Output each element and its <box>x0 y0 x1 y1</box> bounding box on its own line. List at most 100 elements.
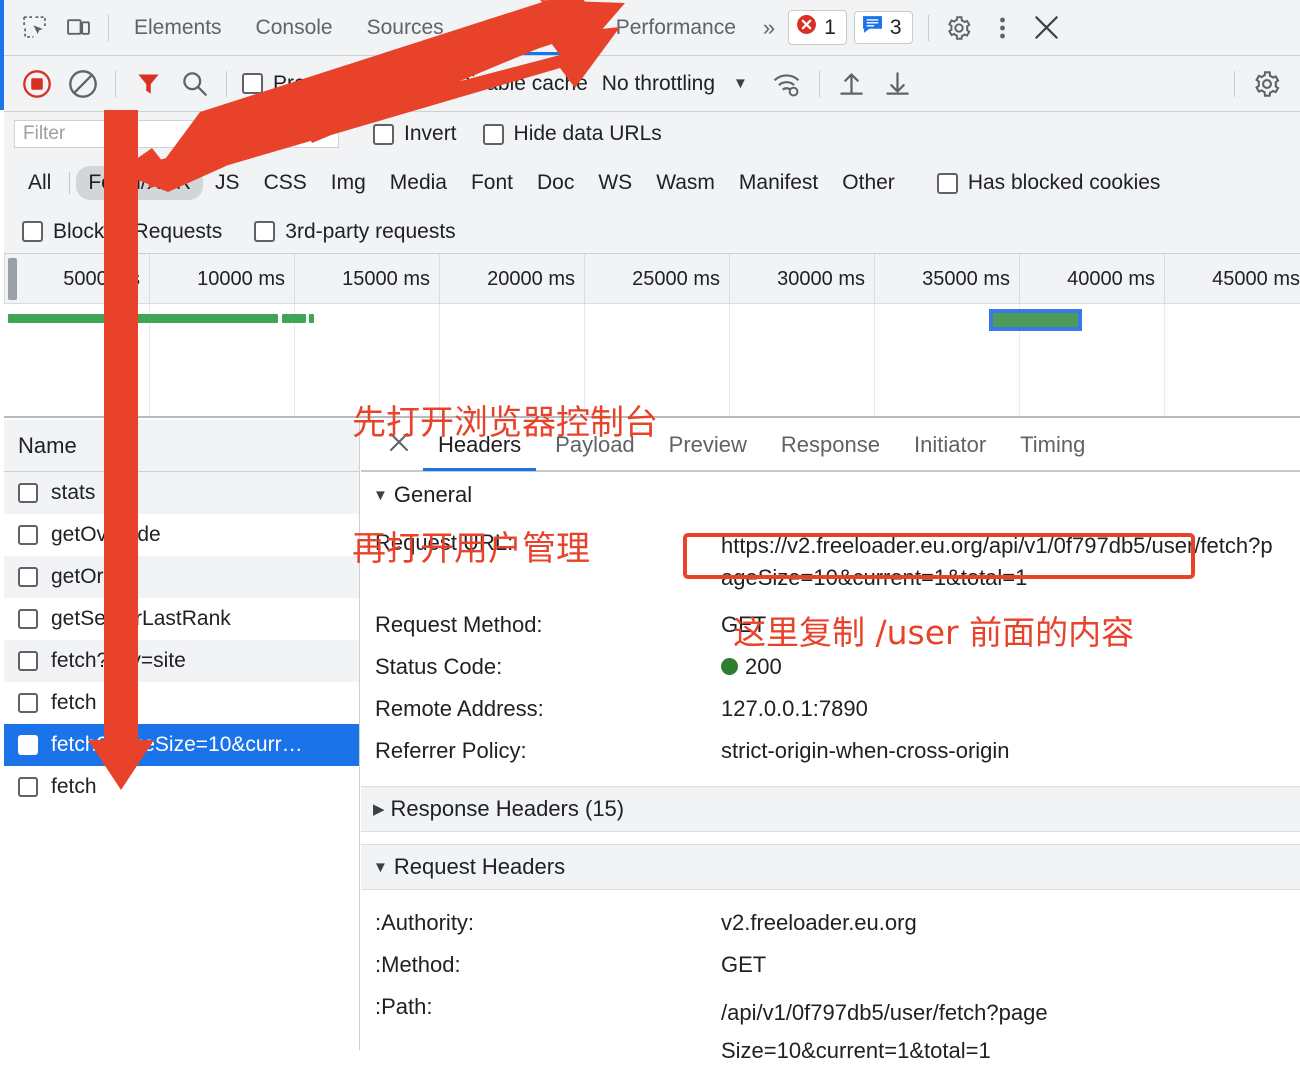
table-row[interactable]: getOverride <box>4 514 359 556</box>
more-tabs-icon[interactable]: » <box>753 15 782 41</box>
table-row[interactable]: getOrder <box>4 556 359 598</box>
type-filter-css[interactable]: CSS <box>252 166 319 200</box>
row-checkbox[interactable] <box>18 651 38 671</box>
field-value: 200 <box>721 654 782 680</box>
annotation-copy-before-user: 这里复制 /user 前面的内容 <box>733 613 1135 652</box>
invert-box[interactable] <box>373 123 394 145</box>
device-toolbar-icon[interactable] <box>56 8 100 48</box>
request-list: Name stats getOverride getOrder getServe… <box>4 420 360 1050</box>
row-checkbox[interactable] <box>18 483 38 503</box>
clear-icon[interactable] <box>60 63 106 105</box>
network-settings-gear-icon[interactable] <box>1244 63 1290 105</box>
request-header-row-path: :Path: /api/v1/0f797db5/user/fetch?pageS… <box>361 982 1300 1074</box>
field-value: /api/v1/0f797db5/user/fetch?pageSize=10&… <box>721 1000 1048 1063</box>
invert-checkbox[interactable]: Invert <box>373 122 457 146</box>
type-filter-other[interactable]: Other <box>830 166 907 200</box>
request-name: fetch <box>51 775 97 798</box>
status-code-value: 200 <box>745 654 782 679</box>
type-filter-font[interactable]: Font <box>459 166 525 200</box>
throttling-select[interactable]: No throttling <box>602 72 715 96</box>
inspect-element-icon[interactable] <box>12 8 56 48</box>
timeline-tick: 10000 ms <box>149 254 294 304</box>
error-count-badge[interactable]: 1 <box>788 10 847 45</box>
blocked-requests-checkbox[interactable]: Blocked Requests <box>22 220 222 244</box>
request-name: getServerLastRank <box>51 607 231 630</box>
import-har-icon[interactable] <box>829 63 875 105</box>
preserve-log-label: Preserve log <box>273 71 391 95</box>
tab-performance[interactable]: Performance <box>599 1 753 55</box>
filter-input[interactable]: Filter <box>14 120 339 148</box>
row-checkbox[interactable] <box>18 777 38 797</box>
row-checkbox[interactable] <box>18 567 38 587</box>
gear-icon[interactable] <box>937 8 981 48</box>
invert-label: Invert <box>404 122 457 145</box>
tab-elements[interactable]: Elements <box>117 1 239 55</box>
table-row[interactable]: fetch <box>4 766 359 808</box>
kebab-menu-icon[interactable] <box>981 8 1025 48</box>
field-label: :Authority: <box>375 910 475 935</box>
tab-console[interactable]: Console <box>239 1 350 55</box>
type-filter-manifest[interactable]: Manifest <box>727 166 830 200</box>
disable-cache-box[interactable] <box>424 73 446 94</box>
record-stop-icon[interactable] <box>14 63 60 105</box>
tab-sources[interactable]: Sources <box>350 1 461 55</box>
timeline-selection-box[interactable] <box>989 309 1082 331</box>
type-filter-media[interactable]: Media <box>378 166 459 200</box>
tab-initiator[interactable]: Initiator <box>899 419 1001 471</box>
panel-left-accent <box>0 0 4 110</box>
row-checkbox[interactable] <box>18 735 38 755</box>
table-row[interactable]: stats <box>4 472 359 514</box>
has-blocked-cookies-box[interactable] <box>936 172 958 194</box>
network-conditions-icon[interactable] <box>764 63 810 105</box>
row-checkbox[interactable] <box>18 525 38 545</box>
chevron-down-icon[interactable]: ▼ <box>733 75 748 92</box>
filter-placeholder: Filter <box>23 123 66 144</box>
message-count: 3 <box>889 15 902 39</box>
type-filter-doc[interactable]: Doc <box>525 166 586 200</box>
tab-response[interactable]: Response <box>766 419 895 471</box>
request-header-row-method: :Method: GET <box>361 940 1300 982</box>
export-har-icon[interactable] <box>875 63 921 105</box>
section-response-headers[interactable]: ▶ Response Headers (15) <box>361 786 1300 832</box>
preserve-log-checkbox[interactable]: Preserve log <box>242 72 391 96</box>
type-filter-img[interactable]: Img <box>319 166 378 200</box>
message-icon <box>862 15 883 40</box>
table-row[interactable]: getServerLastRank <box>4 598 359 640</box>
request-list-column-name[interactable]: Name <box>4 420 359 472</box>
tab-timing[interactable]: Timing <box>1005 419 1100 471</box>
close-icon[interactable] <box>1025 8 1069 48</box>
type-filter-fetch-xhr[interactable]: Fetch/XHR <box>76 166 204 200</box>
third-party-box[interactable] <box>254 221 276 242</box>
hide-data-urls-box[interactable] <box>482 123 504 145</box>
row-checkbox[interactable] <box>18 693 38 713</box>
has-blocked-cookies-checkbox[interactable]: Has blocked cookies <box>936 171 1161 195</box>
annotation-line-2: 再打开用户管理 <box>352 529 590 569</box>
tab-network[interactable]: Network <box>461 1 599 55</box>
table-row[interactable]: fetch <box>4 682 359 724</box>
request-name: fetch <box>51 691 97 714</box>
status-ok-dot-icon <box>721 658 738 675</box>
blocked-requests-box[interactable] <box>22 221 43 242</box>
row-checkbox[interactable] <box>18 609 38 629</box>
preserve-log-box[interactable] <box>242 73 263 94</box>
field-label: :Path: <box>375 994 433 1019</box>
search-icon[interactable] <box>171 63 217 105</box>
type-filter-ws[interactable]: WS <box>586 166 644 200</box>
annotation-line-1: 先打开浏览器控制台 <box>352 403 658 443</box>
hide-data-urls-label: Hide data URLs <box>513 122 662 145</box>
filter-funnel-icon[interactable] <box>125 63 171 105</box>
tab-preview[interactable]: Preview <box>654 419 762 471</box>
blocked-filters-row: Blocked Requests 3rd-party requests <box>4 210 1300 254</box>
hide-data-urls-checkbox[interactable]: Hide data URLs <box>482 122 662 146</box>
timeline-tick: 45000 ms <box>1164 254 1300 304</box>
section-request-headers[interactable]: ▼ Request Headers <box>361 844 1300 890</box>
type-filter-all[interactable]: All <box>16 166 63 200</box>
table-row-selected[interactable]: fetch?pageSize=10&curr… <box>4 724 359 766</box>
type-filter-wasm[interactable]: Wasm <box>644 166 727 200</box>
type-filter-js[interactable]: JS <box>203 166 252 200</box>
disable-cache-checkbox[interactable]: Disable cache <box>424 72 588 96</box>
has-blocked-cookies-label: Has blocked cookies <box>967 171 1161 194</box>
table-row[interactable]: fetch?key=site <box>4 640 359 682</box>
third-party-requests-checkbox[interactable]: 3rd-party requests <box>254 220 456 244</box>
message-count-badge[interactable]: 3 <box>853 11 913 44</box>
